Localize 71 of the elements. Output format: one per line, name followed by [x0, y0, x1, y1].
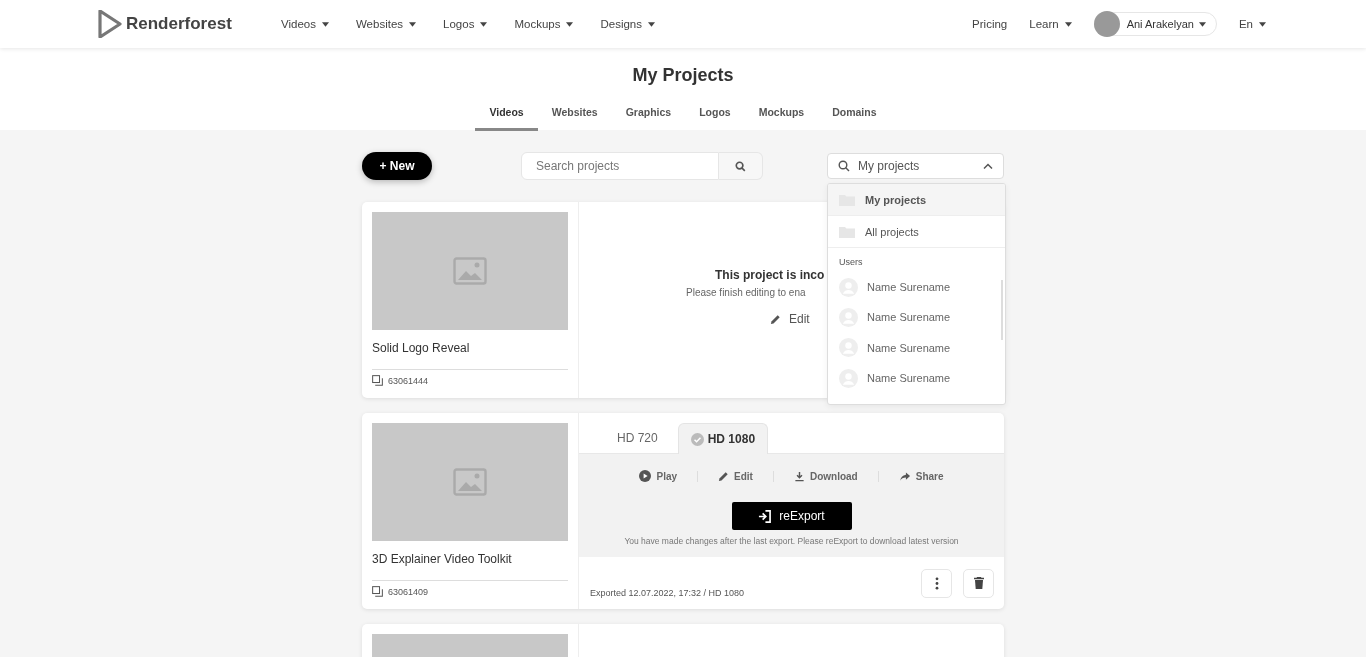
search-icon — [838, 160, 850, 172]
caret-icon — [409, 21, 417, 27]
search-field[interactable]: Search projects — [521, 152, 719, 180]
category-tab[interactable]: Videos — [475, 106, 538, 131]
nav-link[interactable]: Learn — [1029, 18, 1072, 30]
caret-icon — [480, 21, 488, 27]
users-heading: Users — [838, 256, 864, 269]
incomplete-message: This project is inco — [715, 268, 825, 282]
video-action-button[interactable]: Play — [619, 470, 698, 482]
image-icon — [453, 468, 487, 496]
new-project-button[interactable]: + New — [362, 152, 432, 180]
reexport-note: You have made changes after the last export. Please reExport to download latest version — [624, 536, 959, 546]
format-tab[interactable]: HD 720 — [605, 423, 670, 453]
nav-menu-item[interactable]: Designs — [600, 18, 655, 30]
page-title: My Projects — [632, 65, 734, 86]
trash-icon — [973, 577, 984, 589]
category-tab[interactable]: Graphics — [611, 106, 686, 131]
category-tab[interactable]: Domains — [818, 106, 891, 131]
reexport-button[interactable]: reExport — [731, 502, 852, 530]
category-tab[interactable]: Logos — [685, 106, 745, 131]
filter-option[interactable]: My projects — [828, 184, 1005, 216]
copy-icon — [372, 586, 383, 597]
logo-text: Renderforest — [126, 14, 232, 34]
nav-menu-item[interactable]: Videos — [281, 18, 329, 30]
user-option[interactable]: Name Surename — [828, 362, 1005, 394]
nav-menu-item[interactable]: Mockups — [514, 18, 574, 30]
export-info: Exported 12.07.2022, 17:32 / HD 1080 — [590, 588, 745, 598]
search-button[interactable] — [719, 152, 763, 180]
nav-menu-item[interactable]: Logos — [443, 18, 488, 30]
edit-link[interactable]: Edit — [770, 312, 810, 326]
pencil-icon — [718, 470, 730, 482]
nav-menu-item[interactable]: Websites — [355, 18, 417, 30]
delete-button[interactable] — [963, 568, 994, 598]
user-option[interactable]: Name Surename — [828, 272, 1005, 303]
filter-option[interactable]: All projects — [828, 216, 1005, 248]
video-action-button[interactable]: Download — [772, 470, 878, 482]
category-tab[interactable]: Websites — [537, 106, 612, 131]
user-option[interactable]: Name Surename — [828, 332, 1005, 363]
project-id: 63061444 — [388, 375, 429, 386]
format-tab[interactable]: HD 1080 — [677, 423, 769, 454]
project-id: 63061409 — [388, 586, 429, 597]
caret-icon — [648, 21, 655, 27]
search-icon — [735, 160, 746, 172]
user-avatar-icon — [1093, 11, 1120, 37]
project-title: Solid Logo Reveal — [372, 341, 568, 370]
vertical-dots-icon — [934, 576, 939, 590]
chevron-icon — [983, 163, 993, 169]
caret-icon — [1259, 21, 1266, 27]
project-title: 3D Explainer Video Toolkit — [372, 552, 568, 581]
sign-in-arrow-icon — [758, 509, 772, 523]
download-icon — [793, 470, 805, 482]
video-action-button[interactable]: Share — [877, 470, 964, 482]
play-icon — [639, 470, 652, 482]
user-option[interactable]: Name Surename — [828, 302, 1005, 333]
caret-icon — [566, 21, 574, 27]
pencil-icon — [770, 313, 781, 325]
video-action-button[interactable]: Edit — [697, 470, 773, 482]
check-circle-icon — [690, 432, 704, 446]
category-tab[interactable]: Mockups — [744, 106, 819, 131]
play-triangle-logo-icon — [98, 10, 122, 38]
incomplete-hint: Please finish editing to ena — [686, 287, 806, 298]
caret-icon — [1064, 21, 1072, 27]
caret-icon — [321, 21, 329, 27]
project-filter-dropdown[interactable]: My projects — [827, 153, 1004, 179]
language-selector[interactable]: En — [1238, 18, 1266, 30]
copy-icon — [372, 375, 383, 386]
share-icon — [898, 470, 911, 482]
folder-icon — [839, 225, 855, 238]
caret-icon — [1198, 21, 1206, 27]
nav-link[interactable]: Pricing — [972, 18, 1008, 30]
image-icon — [453, 257, 487, 285]
